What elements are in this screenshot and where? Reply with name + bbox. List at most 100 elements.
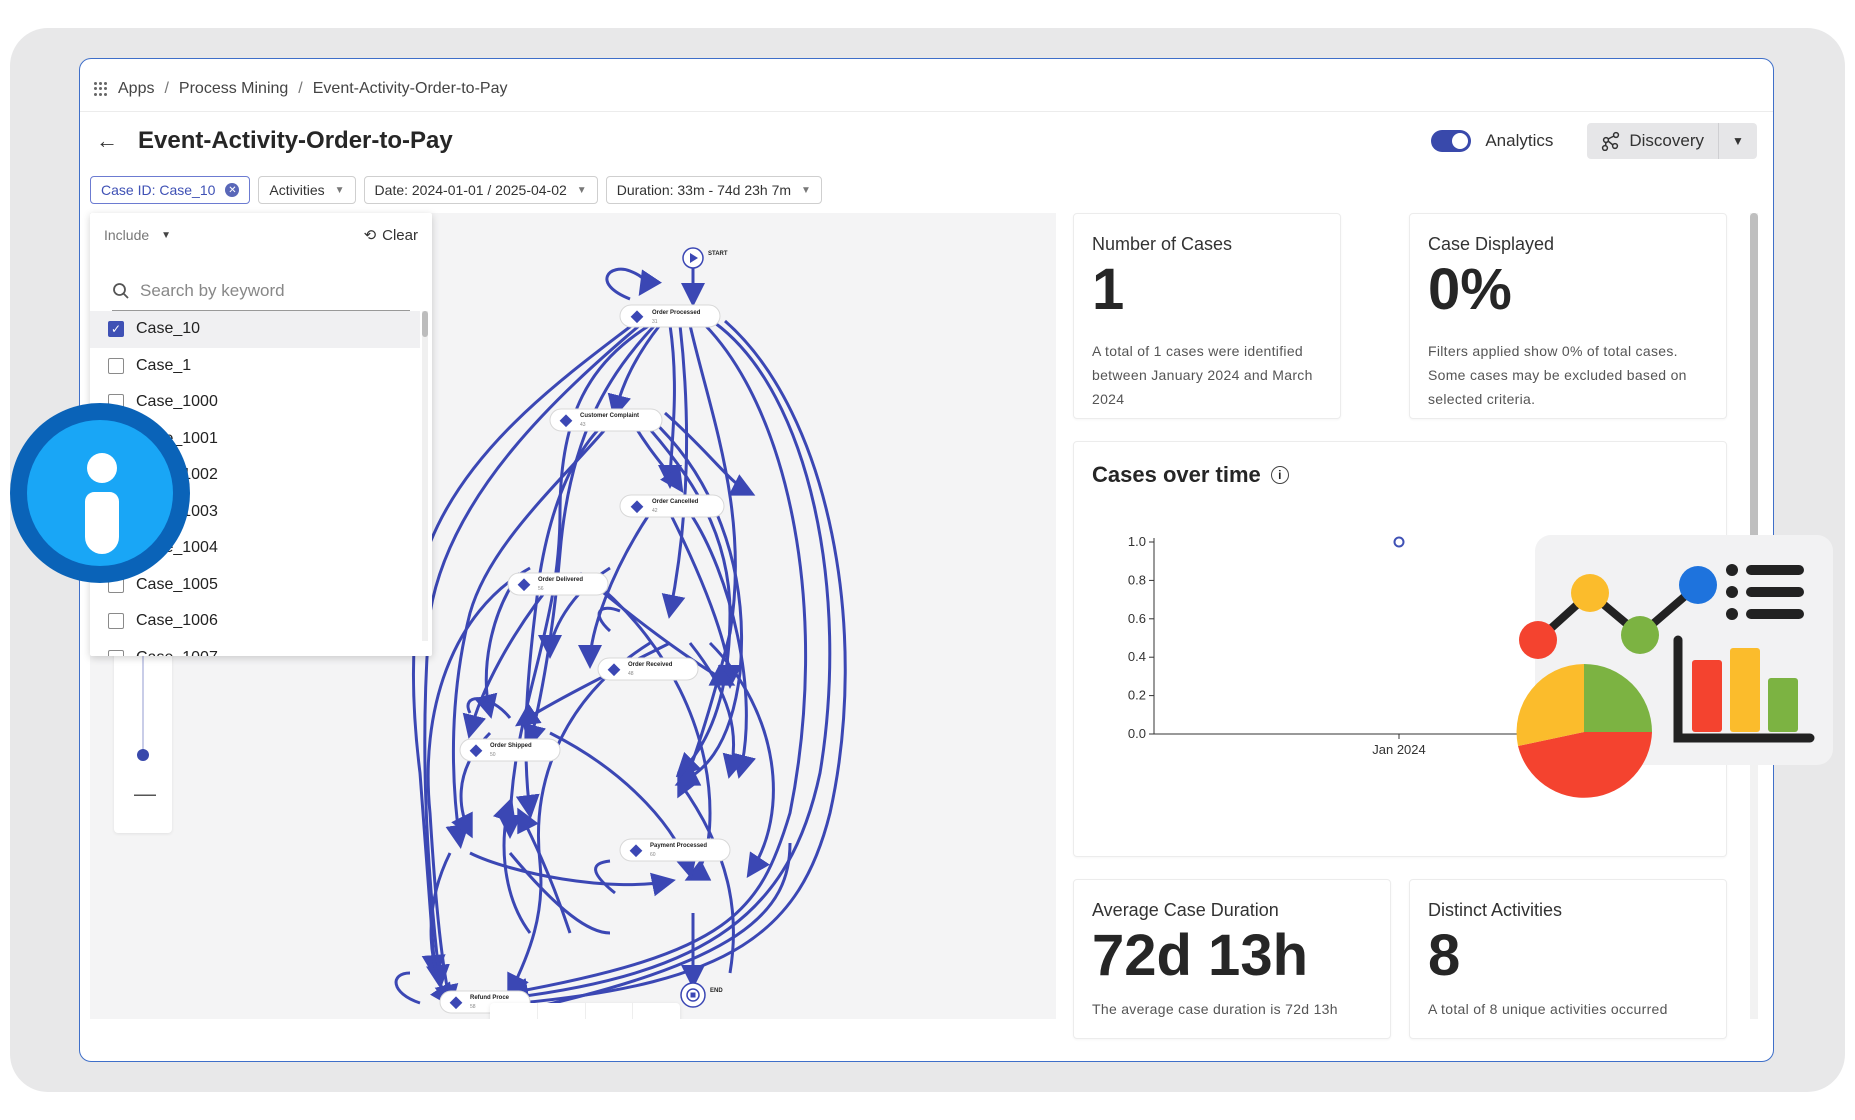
analytics-toggle[interactable]	[1431, 130, 1472, 152]
card-value: 72d 13h	[1092, 923, 1308, 988]
analytics-illustration-icon	[1516, 564, 1815, 798]
case-label: Case_1000	[136, 393, 218, 411]
discovery-label: Discovery	[1629, 131, 1704, 150]
node-count: 60	[650, 852, 656, 858]
node-count: 58	[470, 1004, 476, 1010]
node-label: Order Shipped	[490, 743, 532, 749]
breadcrumb-process-mining[interactable]: Process Mining	[179, 80, 288, 98]
breadcrumb-separator: /	[298, 80, 303, 97]
node-label: Payment Processed	[650, 843, 707, 849]
node-label: Refund Proce	[470, 995, 510, 1001]
info-icon[interactable]: i	[1270, 466, 1289, 484]
card-average-duration: Average Case Duration 72d 13h The averag…	[1073, 879, 1391, 1039]
checkbox[interactable]	[108, 613, 124, 630]
filter-duration-label: Duration: 33m - 74d 23h 7m	[616, 182, 792, 198]
case-list-item[interactable]: Case_1007	[90, 640, 420, 656]
caret-down-icon[interactable]: ▼	[1719, 134, 1757, 148]
discovery-main[interactable]: Discovery	[1587, 123, 1719, 159]
clear-button[interactable]: ⟲ Clear	[363, 226, 418, 245]
card-value: 0%	[1428, 257, 1512, 322]
filter-date-label: Date: 2024-01-01 / 2025-04-02	[374, 182, 567, 198]
card-label: Number of Cases	[1092, 234, 1233, 254]
end-label: END	[710, 988, 723, 994]
clear-label: Clear	[382, 226, 418, 244]
page-title: Event-Activity-Order-to-Pay	[138, 127, 453, 154]
filter-bar: Case ID: Case_10 ✕ Activities ▼ Date: 20…	[90, 176, 822, 204]
case-label: Case_1006	[136, 612, 218, 630]
info-badge-icon	[10, 403, 190, 583]
zoom-slider-thumb[interactable]	[137, 749, 149, 761]
card-description: The average case duration is 72d 13h	[1092, 1001, 1338, 1017]
search-input[interactable]: Search by keyword	[112, 271, 410, 311]
card-label: Case Displayed	[1428, 234, 1555, 254]
data-point[interactable]	[1393, 536, 1405, 548]
node-count: 48	[628, 671, 634, 677]
breadcrumb-apps[interactable]: Apps	[118, 80, 154, 98]
caret-down-icon: ▼	[576, 184, 587, 196]
checkbox[interactable]: ✓	[108, 321, 124, 338]
chart-title: Cases over time	[1092, 462, 1261, 487]
filter-activities[interactable]: Activities ▼	[258, 176, 356, 204]
filter-duration[interactable]: Duration: 33m - 74d 23h 7m ▼	[605, 176, 822, 204]
card-value: 8	[1428, 923, 1461, 988]
search-icon	[113, 282, 129, 299]
case-label: Case_1005	[136, 575, 218, 593]
case-label: Case_1	[136, 356, 192, 374]
divider	[80, 111, 1773, 112]
reset-icon: ⟲	[363, 227, 377, 244]
card-value: 1	[1092, 257, 1125, 322]
y-tick-label: 0.4	[1128, 649, 1146, 664]
process-flows	[394, 265, 847, 1015]
filter-case-id-label: Case ID: Case_10	[101, 182, 216, 198]
case-list-item[interactable]: Case_1006	[90, 603, 420, 640]
include-select[interactable]: Include	[104, 227, 149, 243]
node-label: Order Cancelled	[652, 499, 699, 505]
y-tick-label: 0.6	[1128, 611, 1146, 626]
filter-date[interactable]: Date: 2024-01-01 / 2025-04-02 ▼	[363, 176, 598, 204]
case-list-item[interactable]: ✓ Case_10	[90, 311, 420, 348]
analytics-label: Analytics	[1485, 131, 1554, 150]
caret-down-icon: ▼	[801, 184, 811, 196]
dropdown-scrollbar[interactable]	[422, 311, 428, 641]
zoom-in-icon[interactable]	[586, 1003, 634, 1019]
chart-title-row: Cases over time i	[1092, 462, 1708, 488]
header-tools: Analytics Discovery ▼	[1431, 123, 1757, 159]
settings-icon[interactable]: ⚙	[633, 1003, 680, 1019]
y-tick-label: 0.0	[1128, 726, 1146, 741]
case-list-item[interactable]: Case_1	[90, 348, 420, 385]
card-case-displayed: Case Displayed 0% Filters applied show 0…	[1409, 213, 1727, 419]
case-label: Case_1007	[136, 649, 218, 656]
checkbox[interactable]	[108, 649, 124, 656]
breadcrumb: Apps / Process Mining / Event-Activity-O…	[94, 77, 507, 101]
apps-grid-icon[interactable]	[94, 82, 108, 96]
node-count: 50	[490, 752, 496, 758]
card-distinct-activities: Distinct Activities 8 A total of 8 uniqu…	[1409, 879, 1727, 1039]
zoom-slider[interactable]: —	[114, 633, 172, 833]
node-count: 56	[538, 586, 544, 592]
discovery-button[interactable]: Discovery ▼	[1587, 123, 1757, 159]
dropdown-header: Include ▼ ⟲ Clear	[90, 213, 432, 257]
y-tick-label: 0.8	[1128, 572, 1146, 587]
y-tick-label: 0.2	[1128, 688, 1146, 703]
caret-down-icon[interactable]: ▼	[161, 230, 171, 241]
card-label: Average Case Duration	[1092, 900, 1279, 920]
start-label: START	[708, 251, 728, 257]
search-placeholder: Search by keyword	[140, 280, 285, 300]
fit-view-icon[interactable]: ⛶	[490, 1003, 538, 1019]
zoom-minus-icon[interactable]: —	[134, 781, 156, 807]
node-count: 42	[652, 508, 658, 514]
caret-down-icon: ▼	[334, 184, 345, 196]
x-tick-label: Jan 2024	[1372, 742, 1426, 757]
back-arrow-icon[interactable]: ←	[96, 128, 130, 154]
map-toolbar: ⛶ ⚙	[490, 1003, 680, 1019]
card-label: Distinct Activities	[1428, 900, 1563, 920]
filter-case-id[interactable]: Case ID: Case_10 ✕	[90, 176, 251, 204]
discovery-icon	[1602, 131, 1620, 151]
card-number-of-cases: Number of Cases 1 A total of 1 cases wer…	[1073, 213, 1341, 419]
checkbox[interactable]	[108, 357, 124, 374]
zoom-out-icon[interactable]	[538, 1003, 586, 1019]
breadcrumb-current: Event-Activity-Order-to-Pay	[312, 80, 508, 97]
y-tick-label: 1.0	[1128, 534, 1146, 549]
close-icon[interactable]: ✕	[225, 183, 240, 197]
node-label: Order Received	[628, 662, 673, 668]
